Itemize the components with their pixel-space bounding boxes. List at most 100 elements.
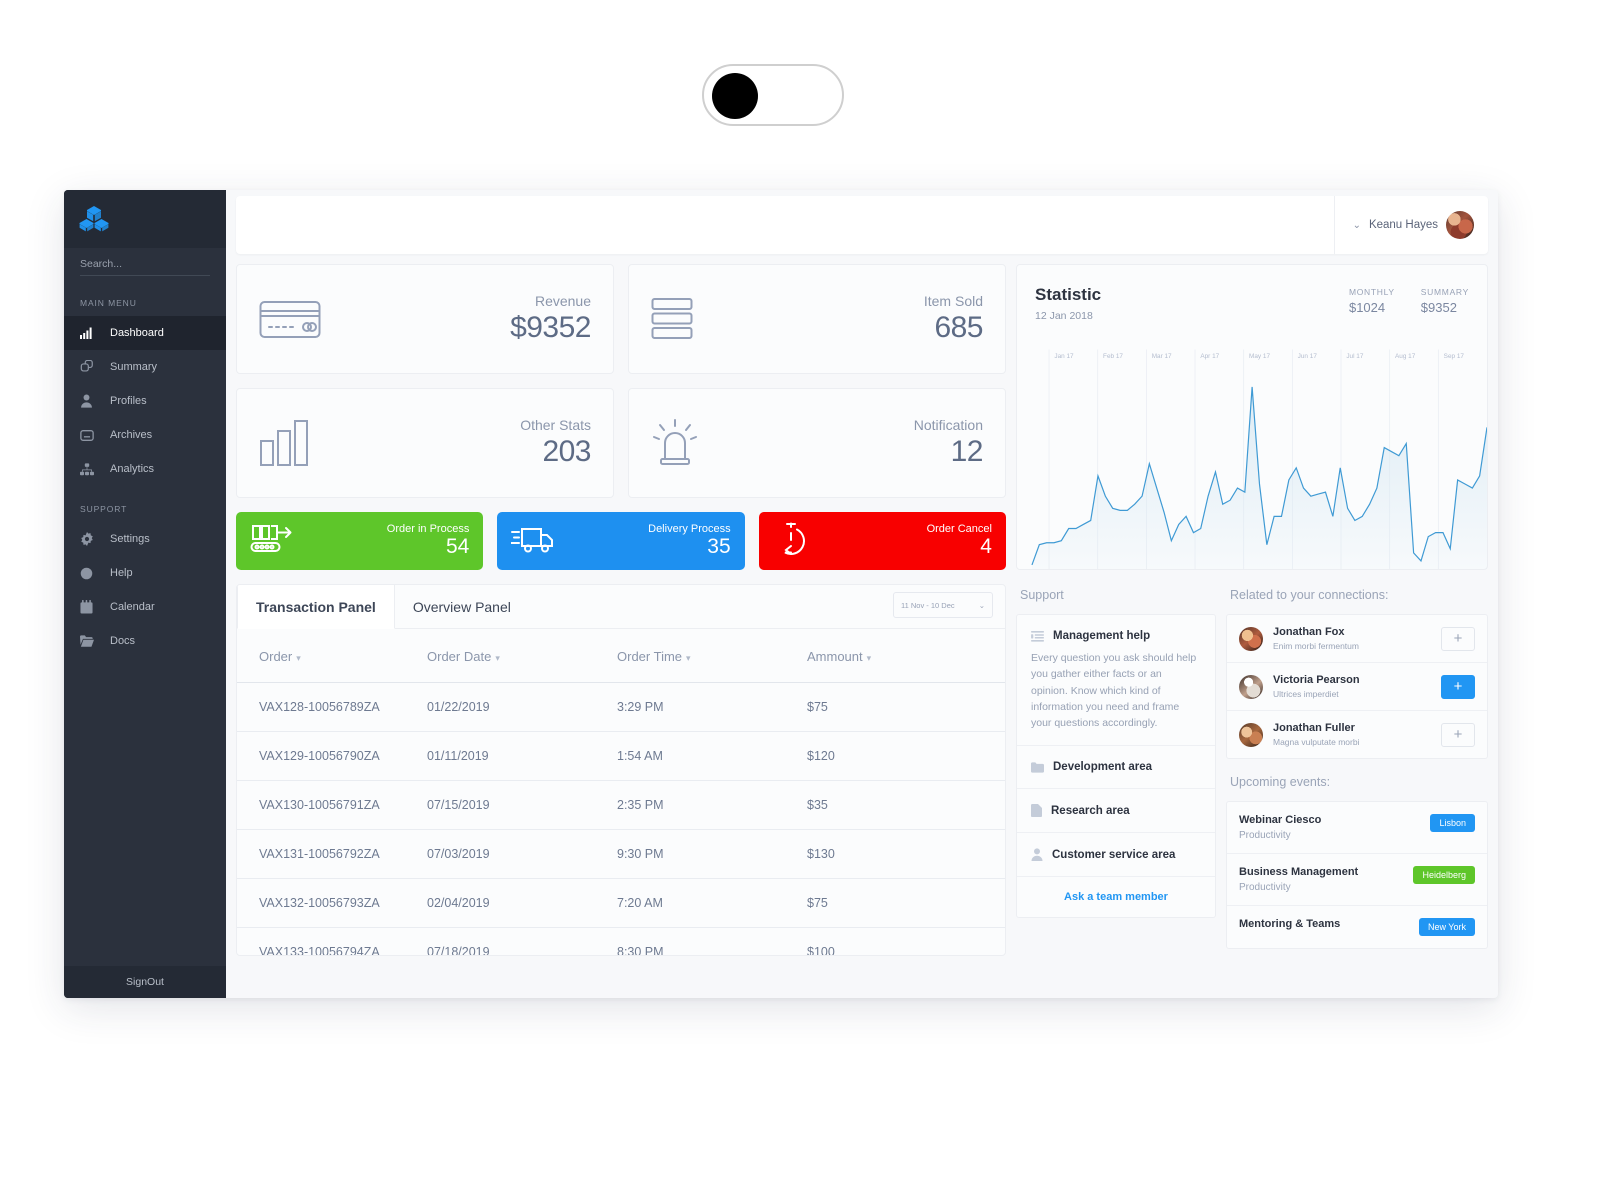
- column-header-amount[interactable]: Ammount ▾: [807, 629, 1005, 683]
- add-connection-button[interactable]: +: [1441, 626, 1475, 651]
- document-icon: [1031, 804, 1042, 818]
- table-header-row: Order ▾ Order Date ▾ Order Time ▾ Ammount ▾: [237, 629, 1005, 683]
- chevron-down-icon[interactable]: ▾: [296, 653, 301, 663]
- support-link-label: Research area: [1051, 804, 1130, 817]
- sidebar-logo[interactable]: [64, 190, 226, 248]
- column-header-order-date[interactable]: Order Date ▾: [427, 629, 617, 683]
- status-card-delivery-process[interactable]: Delivery Process 35: [497, 512, 745, 570]
- kpi-label: SUMMARY: [1420, 287, 1469, 297]
- list-item[interactable]: Jonathan Fuller Magna vulputate morbi +: [1227, 711, 1487, 758]
- list-item[interactable]: Victoria Pearson Ultrices imperdiet +: [1227, 663, 1487, 711]
- support-column: Support Management help Every question y…: [1016, 584, 1216, 956]
- table-row[interactable]: VAX133-10056794ZA 07/18/2019 8:30 PM $10…: [237, 927, 1005, 955]
- column-label: Ammount: [807, 649, 863, 664]
- sidebar-item-settings[interactable]: Settings: [64, 522, 226, 556]
- sidebar-item-label: Summary: [110, 361, 158, 373]
- person-subtitle: Magna vulputate morbi: [1273, 737, 1360, 747]
- status-value: 54: [445, 534, 470, 558]
- circle-icon: [80, 567, 98, 580]
- events-box: Webinar Ciesco Productivity Lisbon Busin…: [1226, 801, 1488, 949]
- column-header-order[interactable]: Order ▾: [237, 629, 427, 683]
- truck-icon: [510, 523, 557, 560]
- stats-row: Revenue $9352 Item Sold 685 Other Stats …: [236, 264, 1488, 570]
- cell-time: 9:30 PM: [617, 829, 807, 879]
- status-text: Delivery Process 35: [648, 524, 731, 558]
- bottom-row: Transaction Panel Overview Panel 11 Nov …: [236, 584, 1488, 956]
- status-value: 4: [980, 534, 992, 558]
- user-icon: [80, 394, 98, 408]
- list-item[interactable]: Jonathan Fox Enim morbi fermentum +: [1227, 615, 1487, 663]
- right-column: Related to your connections: Jonathan Fo…: [1226, 584, 1488, 956]
- tab-transaction-panel[interactable]: Transaction Panel: [237, 585, 395, 629]
- sidebar-item-label: Dashboard: [110, 327, 164, 339]
- transaction-panel-card: Transaction Panel Overview Panel 11 Nov …: [236, 584, 1006, 956]
- table-row[interactable]: VAX131-10056792ZA 07/03/2019 9:30 PM $13…: [237, 829, 1005, 879]
- chevron-down-icon[interactable]: ▾: [495, 653, 500, 663]
- event-info: Mentoring & Teams: [1239, 918, 1340, 930]
- stat-value: 685: [934, 311, 983, 344]
- kpi-value: $1024: [1348, 300, 1386, 315]
- stat-card-item-sold[interactable]: Item Sold 685: [628, 264, 1006, 374]
- table-row[interactable]: VAX130-10056791ZA 07/15/2019 2:35 PM $35: [237, 780, 1005, 830]
- avatar[interactable]: [1446, 211, 1474, 239]
- table-row[interactable]: VAX128-10056789ZA 01/22/2019 3:29 PM $75: [237, 682, 1005, 732]
- list-item[interactable]: Webinar Ciesco Productivity Lisbon: [1227, 802, 1487, 854]
- folder-icon: [80, 635, 98, 647]
- add-connection-button[interactable]: +: [1441, 674, 1475, 699]
- chevron-down-icon[interactable]: ▾: [867, 653, 872, 663]
- support-link-development-area[interactable]: Development area: [1017, 746, 1215, 790]
- chevron-down-icon[interactable]: ▾: [686, 653, 691, 663]
- cell-date: 07/18/2019: [427, 927, 617, 955]
- sidebar-item-calendar[interactable]: Calendar: [64, 590, 226, 624]
- sidebar-item-label: Settings: [110, 533, 150, 545]
- stat-card-notification[interactable]: Notification 12: [628, 388, 1006, 498]
- sidebar-item-profiles[interactable]: Profiles: [64, 384, 226, 418]
- status-card-grid: Order in Process 54 Delivery Process 35 …: [236, 512, 1006, 570]
- stat-card-other-stats[interactable]: Other Stats 203: [236, 388, 614, 498]
- user-menu[interactable]: ⌄ Keanu Hayes: [1333, 196, 1488, 254]
- svg-text:May 17: May 17: [1249, 353, 1270, 360]
- column-header-order-time[interactable]: Order Time ▾: [617, 629, 807, 683]
- search-box[interactable]: [80, 258, 215, 276]
- support-link-research-area[interactable]: Research area: [1017, 789, 1215, 834]
- event-subtitle: Productivity: [1239, 882, 1291, 893]
- sidebar-item-archives[interactable]: Archives: [64, 418, 226, 452]
- sidebar-item-dashboard[interactable]: Dashboard: [64, 316, 226, 350]
- list-item[interactable]: Business Management Productivity Heidelb…: [1227, 854, 1487, 906]
- table-row[interactable]: VAX129-10056790ZA 01/11/2019 1:54 AM $12…: [237, 731, 1005, 781]
- status-value: 35: [707, 534, 731, 558]
- sidebar-item-docs[interactable]: Docs: [64, 624, 226, 658]
- table-row[interactable]: VAX132-10056793ZA 02/04/2019 7:20 AM $75: [237, 878, 1005, 928]
- sidebar-item-analytics[interactable]: Analytics: [64, 452, 226, 486]
- sidebar-item-label: Profiles: [110, 395, 147, 407]
- toggle-knob[interactable]: [712, 73, 758, 119]
- sidebar-item-help[interactable]: Help: [64, 556, 226, 590]
- svg-text:Jun 17: Jun 17: [1298, 353, 1318, 360]
- ask-team-member-link[interactable]: Ask a team member: [1017, 877, 1215, 917]
- cell-date: 01/11/2019: [427, 731, 617, 781]
- list-item[interactable]: Mentoring & Teams New York: [1227, 906, 1487, 948]
- status-card-order-cancel[interactable]: Order Cancel 4: [758, 512, 1006, 570]
- signout-button[interactable]: SignOut: [64, 966, 226, 998]
- gear-icon: [80, 532, 98, 546]
- sidebar-item-summary[interactable]: Summary: [64, 350, 226, 384]
- chevron-down-icon[interactable]: ⌄: [1353, 220, 1361, 231]
- event-info: Webinar Ciesco Productivity: [1239, 814, 1321, 841]
- status-card-order-in-process[interactable]: Order in Process 54: [236, 512, 484, 570]
- add-connection-button[interactable]: +: [1441, 722, 1475, 747]
- cell-amount: $100: [807, 927, 1005, 955]
- cell-time: 8:30 PM: [617, 927, 807, 955]
- person-subtitle: Enim morbi fermentum: [1273, 641, 1359, 651]
- search-input[interactable]: [80, 258, 215, 270]
- support-link-customer-service-area[interactable]: Customer service area: [1017, 833, 1215, 878]
- person-name: Jonathan Fox: [1273, 626, 1345, 638]
- support-management-help[interactable]: Management help: [1017, 615, 1215, 650]
- bar-chart-icon: [80, 327, 98, 339]
- page-title: Statistic: [1035, 285, 1102, 304]
- cubes-logo-icon: [79, 206, 109, 232]
- stopwatch-icon: [773, 522, 809, 561]
- stat-card-revenue[interactable]: Revenue $9352: [236, 264, 614, 374]
- theme-toggle[interactable]: [702, 64, 844, 126]
- tab-overview-panel[interactable]: Overview Panel: [395, 585, 529, 629]
- date-range-filter[interactable]: 11 Nov - 10 Dec ⌄: [893, 592, 993, 618]
